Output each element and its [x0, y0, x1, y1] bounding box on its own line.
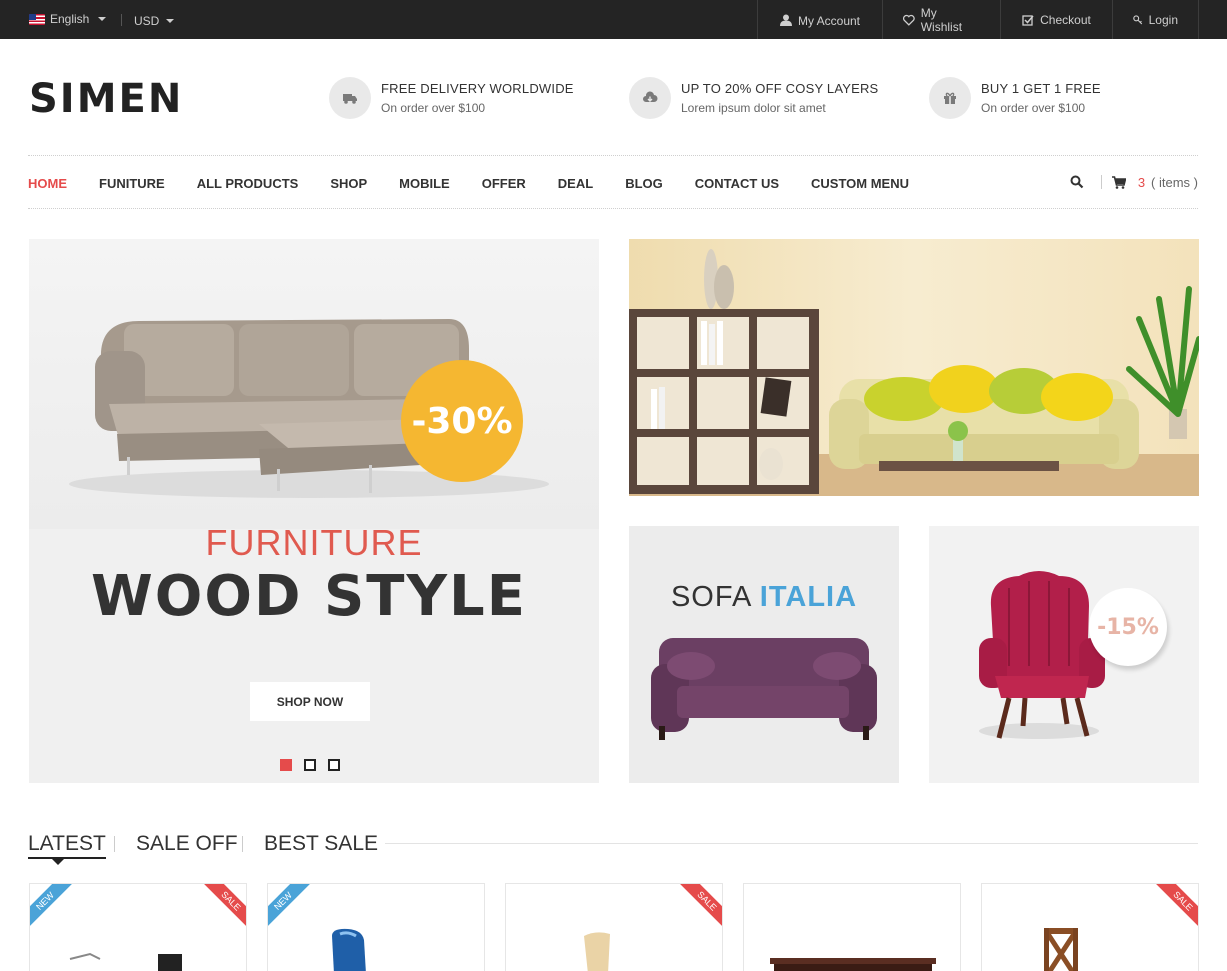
purple-sofa-image	[651, 638, 877, 740]
cart-summary[interactable]: 3 ( items )	[1111, 175, 1198, 190]
product-card[interactable]: SALE	[505, 883, 723, 971]
product-card[interactable]: NEW SALE	[29, 883, 247, 971]
tab-best-sale[interactable]: BEST SALE	[264, 832, 378, 856]
nav-item-deal[interactable]: DEAL	[558, 176, 593, 191]
nav-item-home[interactable]: HOME	[28, 176, 67, 191]
hero-slider[interactable]: -30% FURNITURE WOOD STYLE SHOP NOW	[29, 239, 599, 783]
gift-icon	[944, 92, 956, 104]
nav-item-blog[interactable]: BLOG	[625, 176, 663, 191]
chevron-down-icon	[166, 19, 175, 23]
desk-lamp-image	[69, 952, 182, 971]
divider	[121, 14, 122, 26]
slider-dot-2[interactable]	[304, 759, 316, 771]
tab-sale-off[interactable]: SALE OFF	[136, 832, 238, 856]
checkout-label: Checkout	[1040, 12, 1091, 27]
promo-free-delivery: FREE DELIVERY WORLDWIDE On order over $1…	[329, 77, 574, 119]
sectional-sofa-image	[69, 319, 549, 498]
red-armchair-image	[979, 571, 1105, 739]
wooden-chair-image	[584, 932, 610, 971]
top-bar: English USD My Account My Wishlist Check…	[0, 0, 1227, 39]
currency-label: USD	[134, 14, 160, 28]
login-label: Login	[1148, 12, 1178, 27]
nav-item-shop[interactable]: SHOP	[330, 176, 367, 191]
living-room-image	[629, 239, 1199, 496]
my-account-link[interactable]: My Account	[758, 0, 883, 39]
key-icon	[1133, 14, 1143, 24]
hero-subtitle: FURNITURE	[205, 522, 423, 563]
product-grid: NEW SALE NEW SALE SALE	[29, 883, 1199, 971]
promo-subtitle: On order over $100	[981, 101, 1086, 115]
nav-item-offer[interactable]: OFFER	[482, 176, 526, 191]
product-card[interactable]: SALE	[981, 883, 1199, 971]
sofa-italia-banner[interactable]: SOFA ITALIA	[629, 526, 899, 783]
divider	[242, 836, 243, 852]
my-wishlist-label: My Wishlist	[920, 5, 963, 34]
nav-item-funiture[interactable]: FUNITURE	[99, 176, 165, 191]
truck-icon-circle	[329, 77, 371, 119]
living-room-banner[interactable]	[629, 239, 1199, 496]
slider-pagination	[280, 759, 340, 771]
site-logo[interactable]: SIMEN	[29, 76, 183, 122]
product-card[interactable]: NEW	[267, 883, 485, 971]
blue-chair-image	[332, 928, 366, 971]
promo-subtitle: On order over $100	[381, 101, 486, 115]
my-account-label: My Account	[797, 14, 861, 28]
product-tabs: LATEST SALE OFF BEST SALE	[28, 832, 1198, 865]
nav-item-all-products[interactable]: ALL PRODUCTS	[197, 176, 299, 191]
login-link[interactable]: Login	[1113, 0, 1199, 39]
shop-now-button[interactable]: SHOP NOW	[250, 682, 370, 721]
product-card[interactable]	[743, 883, 961, 971]
hero-title: WOOD STYLE	[91, 564, 527, 629]
promo-title: BUY 1 GET 1 FREE	[981, 81, 1101, 96]
chevron-down-icon	[98, 17, 107, 21]
main-nav: HOME FUNITURE ALL PRODUCTS SHOP MOBILE O…	[28, 155, 1198, 209]
nav-item-mobile[interactable]: MOBILE	[399, 176, 450, 191]
active-tab-indicator	[52, 859, 64, 865]
account-links: My Account My Wishlist Checkout Login	[757, 0, 1199, 39]
language-label: English	[50, 12, 90, 26]
currency-selector[interactable]: USD	[134, 14, 175, 28]
promo-buy-one: BUY 1 GET 1 FREE On order over $100	[929, 77, 1101, 119]
hero-discount-badge: -30%	[401, 360, 523, 482]
divider	[1101, 175, 1102, 189]
slider-dot-3[interactable]	[328, 759, 340, 771]
tab-latest[interactable]: LATEST	[28, 832, 106, 859]
nav-item-contact-us[interactable]: CONTACT US	[695, 176, 779, 191]
cart-items-label: ( items )	[1151, 175, 1198, 190]
user-icon	[779, 14, 792, 26]
cart-icon	[1111, 176, 1126, 189]
cart-count: 3	[1137, 175, 1146, 190]
us-flag-icon	[29, 13, 45, 25]
promo-title: UP TO 20% OFF COSY LAYERS	[681, 81, 879, 96]
armchair-discount-badge: -15%	[1089, 588, 1167, 666]
nav-item-custom-menu[interactable]: CUSTOM MENU	[811, 176, 909, 191]
divider	[114, 836, 115, 852]
promo-subtitle: Lorem ipsum dolor sit amet	[681, 101, 826, 115]
heart-icon	[903, 14, 915, 26]
checkout-link[interactable]: Checkout	[1001, 0, 1113, 39]
language-selector[interactable]: English	[29, 12, 107, 26]
cloud-icon-circle	[629, 77, 671, 119]
promo-title: FREE DELIVERY WORLDWIDE	[381, 81, 574, 96]
slider-dot-1[interactable]	[280, 759, 292, 771]
armchair-banner[interactable]: -15%	[929, 526, 1199, 783]
promo-discount: UP TO 20% OFF COSY LAYERS Lorem ipsum do…	[629, 77, 878, 119]
my-wishlist-link[interactable]: My Wishlist	[883, 0, 1001, 39]
cross-back-chair-image	[1044, 928, 1078, 971]
search-icon[interactable]	[1070, 175, 1084, 189]
coffee-table-image	[770, 958, 936, 971]
tabs-rule	[385, 843, 1198, 844]
truck-icon	[343, 94, 357, 104]
check-square-icon	[1022, 14, 1034, 26]
gift-icon-circle	[929, 77, 971, 119]
cloud-download-icon	[643, 91, 658, 102]
